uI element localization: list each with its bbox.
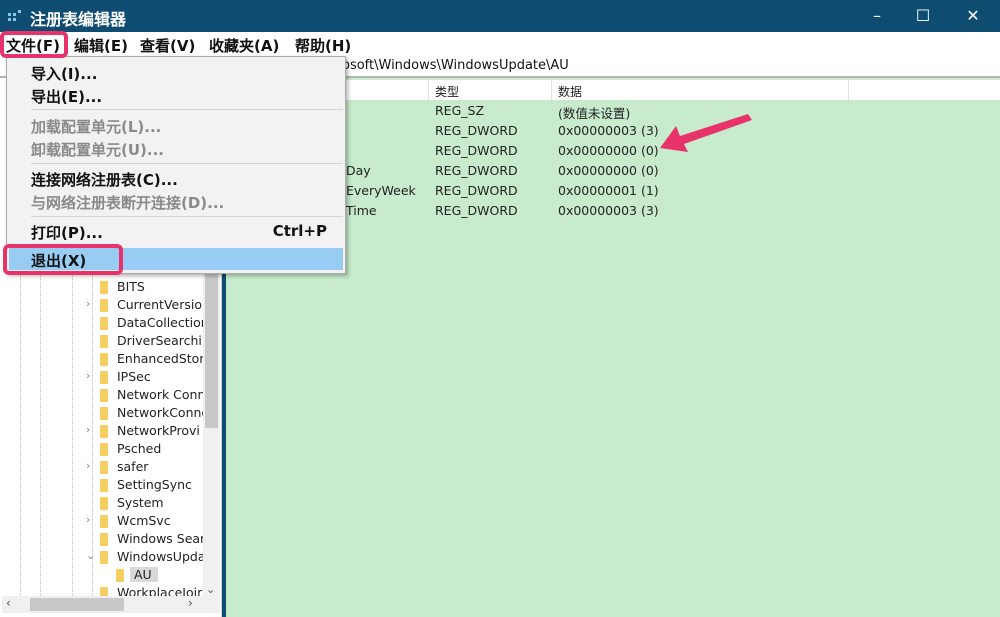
maximize-button[interactable]: ☐ bbox=[900, 0, 946, 32]
column-data[interactable]: 数据 bbox=[558, 83, 582, 100]
regedit-app-icon bbox=[8, 10, 22, 22]
folder-icon bbox=[100, 497, 108, 510]
folder-icon bbox=[100, 479, 108, 492]
collapse-icon[interactable]: ⌄ bbox=[86, 549, 96, 562]
folder-icon bbox=[100, 425, 108, 438]
menu-item-connect-network-registry[interactable]: 连接网络注册表(C)... bbox=[7, 167, 345, 189]
menu-item-print[interactable]: 打印(P)... Ctrl+P bbox=[7, 220, 345, 242]
expand-icon[interactable]: › bbox=[86, 513, 96, 526]
minimize-icon: – bbox=[873, 6, 881, 25]
close-button[interactable]: ✕ bbox=[950, 0, 996, 32]
annotation-highlight-exit bbox=[3, 244, 123, 275]
window-title: 注册表编辑器 bbox=[30, 10, 127, 29]
folder-icon bbox=[100, 353, 108, 366]
file-menu-dropdown: 导入(I)... 导出(E)... 加载配置单元(L)... 卸载配置单元(U)… bbox=[6, 56, 346, 274]
menu-edit[interactable]: 编辑(E) bbox=[74, 35, 128, 56]
menu-bar: 文件(F) 编辑(E) 查看(V) 收藏夹(A) 帮助(H) bbox=[0, 32, 1000, 56]
folder-icon bbox=[116, 569, 124, 582]
folder-icon bbox=[100, 461, 108, 474]
tree-horizontal-scrollbar[interactable]: ‹ › bbox=[2, 596, 220, 613]
tree-vertical-scrollbar[interactable]: ⌄ bbox=[203, 258, 220, 596]
print-shortcut: Ctrl+P bbox=[272, 222, 327, 240]
folder-icon bbox=[100, 515, 108, 528]
folder-icon bbox=[100, 533, 108, 546]
menu-item-unload-hive: 卸载配置单元(U)... bbox=[31, 141, 164, 159]
menu-help[interactable]: 帮助(H) bbox=[295, 35, 351, 56]
menu-item-disconnect-network-registry: 与网络注册表断开连接(D)... bbox=[31, 194, 225, 212]
address-path: osoft\Windows\WindowsUpdate\AU bbox=[342, 58, 569, 73]
title-bar: 注册表编辑器 – ☐ ✕ bbox=[0, 0, 1000, 32]
expand-icon[interactable]: › bbox=[86, 423, 96, 436]
expand-icon[interactable]: › bbox=[86, 459, 96, 472]
column-type[interactable]: 类型 bbox=[435, 83, 459, 100]
folder-icon bbox=[100, 371, 108, 384]
scrollbar-thumb[interactable] bbox=[205, 258, 218, 428]
folder-icon bbox=[100, 299, 108, 312]
folder-icon bbox=[100, 407, 108, 420]
folder-icon bbox=[100, 317, 108, 330]
menu-item-import[interactable]: 导入(I)... bbox=[7, 61, 345, 83]
scrollbar-thumb[interactable] bbox=[30, 598, 124, 611]
annotation-highlight-file-menu bbox=[0, 31, 68, 58]
minimize-button[interactable]: – bbox=[854, 0, 900, 32]
folder-icon bbox=[100, 335, 108, 348]
folder-icon bbox=[100, 443, 108, 456]
expand-icon[interactable]: › bbox=[86, 369, 96, 382]
scroll-down-icon[interactable]: ⌄ bbox=[206, 583, 215, 596]
menu-item-load-hive: 加载配置单元(L)... bbox=[31, 118, 162, 136]
expand-icon[interactable]: › bbox=[86, 297, 96, 310]
menu-item-export[interactable]: 导出(E)... bbox=[7, 84, 345, 106]
menu-view[interactable]: 查看(V) bbox=[140, 35, 195, 56]
menu-favorites[interactable]: 收藏夹(A) bbox=[209, 35, 279, 56]
folder-icon bbox=[100, 551, 108, 564]
scroll-right-icon[interactable]: › bbox=[188, 596, 193, 610]
scroll-left-icon[interactable]: ‹ bbox=[6, 596, 11, 610]
folder-icon bbox=[100, 389, 108, 402]
folder-icon bbox=[100, 281, 108, 294]
maximize-icon: ☐ bbox=[915, 6, 931, 25]
close-icon: ✕ bbox=[966, 6, 980, 25]
annotation-arrow bbox=[660, 114, 752, 152]
